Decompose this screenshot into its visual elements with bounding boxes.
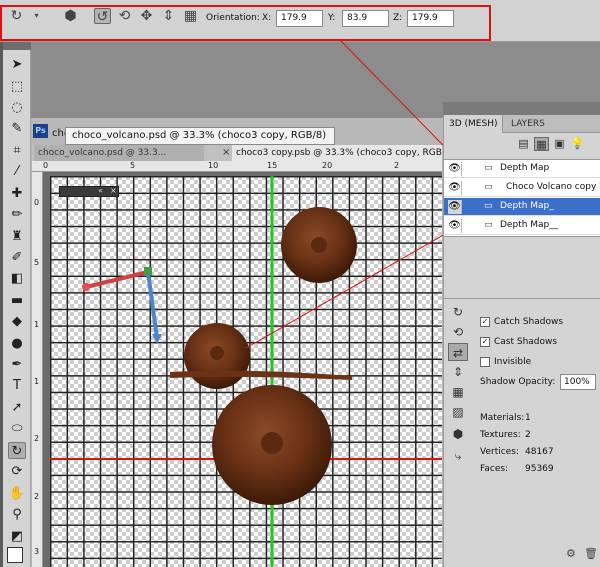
shadow-opacity-input[interactable]: 100% <box>560 374 596 390</box>
textures-value: 2 <box>525 430 531 440</box>
invisible-checkbox[interactable]: Invisible <box>480 355 531 369</box>
volcano-crater <box>210 346 224 360</box>
eye-icon[interactable]: 👁 <box>448 181 462 195</box>
cast-shadows-label: Cast Shadows <box>494 337 558 347</box>
mesh-filter-buttons: ▤ ▦ ▣ 💡 <box>506 135 600 155</box>
list-item-selected[interactable]: 👁 ▭ Depth Map_ <box>444 198 600 216</box>
textures-label: Textures: <box>480 430 521 440</box>
vertices-value: 48167 <box>525 447 554 457</box>
3d-panel: 3D (MESH) LAYERS ▤ ▦ ▣ 💡 👁 ▭ Depth Map 👁… <box>443 115 600 567</box>
toggle-3d-extras-icon[interactable]: ▨ <box>448 403 468 421</box>
tab-3d-mesh[interactable]: 3D (MESH) <box>444 115 504 133</box>
slide-mesh-icon[interactable]: ⇕ <box>448 363 468 381</box>
drag-mesh-icon[interactable]: ⇄ <box>448 343 468 361</box>
cast-shadows-checkbox[interactable]: ✓ Cast Shadows <box>480 335 557 349</box>
3d-axis-widget[interactable] <box>82 267 162 344</box>
delete-icon[interactable]: 🗑 <box>584 547 598 560</box>
eye-icon[interactable]: 👁 <box>448 219 462 233</box>
mesh-name: Depth Map <box>500 163 550 173</box>
panel-dock-strip <box>443 102 600 115</box>
mesh-icon: ▭ <box>484 182 493 192</box>
mesh-icon: ▭ <box>484 163 493 173</box>
vertices-label: Vertices: <box>480 447 519 457</box>
material-filter-icon[interactable]: ▣ <box>552 137 567 151</box>
scale-mesh-icon[interactable]: ▦ <box>448 383 468 401</box>
mesh-icon: ▭ <box>484 201 493 211</box>
checkbox-checked[interactable]: ✓ <box>480 316 490 327</box>
list-item[interactable]: 👁 ▭ Depth Map <box>444 160 600 178</box>
mesh-icon: ▭ <box>484 220 493 230</box>
tab-layers[interactable]: LAYERS <box>506 115 550 133</box>
eye-icon[interactable]: 👁 <box>448 200 462 214</box>
list-item[interactable]: 👁 ▭ Choco Volcano copy 2 <box>444 179 600 197</box>
catch-shadows-checkbox[interactable]: ✓ Catch Shadows <box>480 315 563 329</box>
mesh-name: Choco Volcano copy 2 <box>506 182 600 192</box>
mesh-list: 👁 ▭ Depth Map 👁 ▭ Choco Volcano copy 2 👁… <box>444 159 600 237</box>
list-item[interactable]: 👁 ▭ Depth Map__ <box>444 217 600 235</box>
mesh-filter-icon[interactable]: ▦ <box>534 137 549 151</box>
volcano-crater <box>311 237 327 253</box>
mesh-name: Depth Map_ <box>500 201 554 211</box>
mesh-properties: ↻ ⟲ ⇄ ⇕ ▦ ▨ ⬢ ⤷ ✓ Catch Shadows ✓ Cast Sha… <box>444 298 600 567</box>
invisible-label: Invisible <box>494 357 532 367</box>
checkbox-checked[interactable]: ✓ <box>480 336 490 347</box>
mesh-tool-icons: ↻ ⟲ ⇄ ⇕ ▦ ▨ ⬢ ⤷ <box>444 299 476 463</box>
faces-label: Faces: <box>480 464 509 474</box>
faces-value: 95369 <box>525 464 554 474</box>
mesh-name: Depth Map__ <box>500 220 559 230</box>
materials-label: Materials: <box>480 413 525 423</box>
catch-shadows-label: Catch Shadows <box>494 317 564 327</box>
cube-icon[interactable]: ⬢ <box>448 425 468 443</box>
scene-filter-icon[interactable]: ▤ <box>516 137 531 151</box>
panel-tabs: 3D (MESH) LAYERS <box>444 115 600 133</box>
volcano-crater <box>261 432 283 454</box>
shadow-opacity-label: Shadow Opacity: <box>480 377 556 387</box>
rotate-mesh-icon[interactable]: ↻ <box>448 303 468 321</box>
eye-icon[interactable]: 👁 <box>448 162 462 176</box>
render-settings-icon[interactable]: ⚙ <box>566 547 576 560</box>
checkbox-unchecked[interactable] <box>480 356 490 367</box>
materials-value: 1 <box>525 413 531 423</box>
light-filter-icon[interactable]: 💡 <box>570 137 585 151</box>
roll-mesh-icon[interactable]: ⟲ <box>448 323 468 341</box>
render-icon[interactable]: ⤷ <box>448 447 468 465</box>
